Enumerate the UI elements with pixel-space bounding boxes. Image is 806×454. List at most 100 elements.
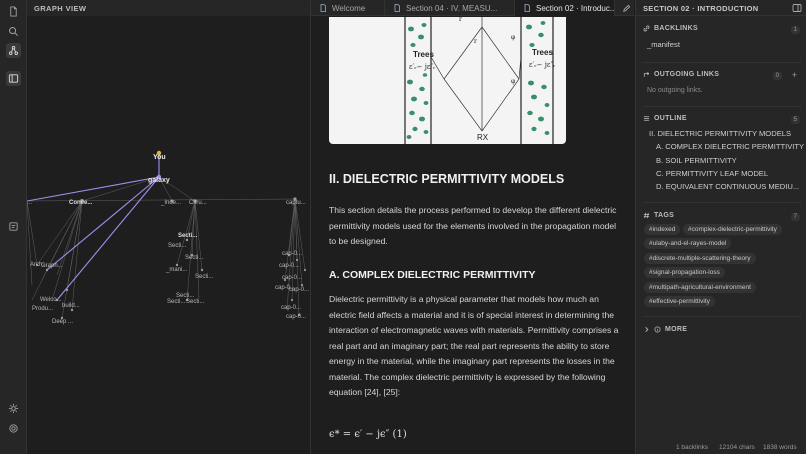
node-label[interactable]: Produ... (32, 306, 53, 312)
figure-label-rx: RX (477, 133, 489, 142)
outline-item[interactable]: II. DIELECTRIC PERMITTIVITY MODELS (649, 129, 791, 138)
tag-pill[interactable]: #complex-dielectric-permittivity (683, 224, 782, 235)
outgoing-count-badge: 0 (772, 72, 782, 80)
more-toggle[interactable]: MORE (643, 326, 687, 333)
node-label[interactable]: cap-0... (281, 305, 301, 311)
node-label[interactable]: Graph... (41, 263, 63, 269)
figure-label-trees-right: Trees (532, 48, 553, 57)
tags-header[interactable]: TAGS (643, 212, 674, 219)
outline-header[interactable]: OUTLINE (643, 115, 687, 122)
tag-pill[interactable]: #effective-permittivity (644, 296, 715, 307)
graph-view-icon[interactable] (6, 43, 21, 58)
backlinks-label: BACKLINKS (654, 25, 698, 32)
heading-complex-dielectric-permittivity: A. COMPLEX DIELECTRIC PERMITTIVITY (329, 269, 536, 281)
node-label[interactable]: Conce... (69, 200, 92, 206)
node-label[interactable]: cap-0... (286, 314, 306, 320)
outgoing-links-label: OUTGOING LINKS (654, 71, 720, 78)
tag-pill[interactable]: #ulaby-and-el-rayes-model (644, 238, 732, 249)
tags-count-badge: 7 (790, 213, 800, 221)
right-sidebar-header: SECTION 02 · INTRODUCTION (636, 0, 806, 16)
tab-welcome[interactable]: Welcome (311, 0, 385, 16)
outline-item[interactable]: B. SOIL PERMITTIVITY (656, 156, 737, 165)
add-link-icon[interactable]: + (792, 70, 797, 80)
node-label[interactable]: Welco... (40, 297, 62, 303)
paragraph-intro: This section details the process perform… (329, 205, 617, 246)
right-sidebar-title: SECTION 02 · INTRODUCTION (643, 4, 759, 13)
tag-pill[interactable]: #discrete-multiple-scattering-theory (644, 253, 756, 264)
graph-view-panel[interactable]: GRAPH VIEW You galaxy ... Conce... _Inde… (27, 0, 311, 454)
equation-1: ϵ* = ϵ′ − jϵ″ (1) (329, 429, 407, 440)
node-label-galaxy[interactable]: galaxy (148, 177, 170, 184)
files-icon[interactable] (7, 5, 20, 18)
node-label[interactable]: cap-0... (289, 287, 309, 293)
arrow-icon (643, 72, 650, 77)
propagation-figure: Trees ε′ᵣ− jε″ᵣ Trees ε′ᵣ− jε″ᵣ RX r r φ… (329, 17, 566, 144)
node-label[interactable]: _mani... (166, 267, 187, 273)
tag-pill[interactable]: #multipath-agricultural-environment (644, 282, 756, 293)
link-icon (643, 25, 650, 32)
figure-label-phi2: φ (511, 78, 515, 85)
bookmark-panel-icon[interactable] (7, 220, 20, 233)
status-backlinks[interactable]: 1 backlinks (676, 444, 708, 451)
outline-count-badge: 5 (790, 116, 800, 124)
outline-item[interactable]: D. EQUIVALENT CONTINUOUS MEDIU... (656, 182, 799, 191)
tag-pill[interactable]: #signal-propagation-loss (644, 267, 725, 278)
sidebar-toggle-icon[interactable] (6, 71, 21, 86)
node-label[interactable]: _Inde... (161, 200, 181, 206)
node-label[interactable]: build... (62, 303, 80, 309)
paragraph-permittivity: Dielectric permittivity is a physical pa… (329, 294, 619, 397)
figure-label-r: r (459, 17, 462, 23)
document-icon (524, 4, 530, 12)
right-sidebar: SECTION 02 · INTRODUCTION BACKLINKS 1 _m… (635, 0, 806, 454)
tags-label: TAGS (654, 212, 675, 219)
document-icon (320, 4, 326, 12)
divider (643, 62, 801, 63)
tab-label: Section 02 · Introduc... (536, 3, 615, 13)
node-label[interactable]: Secti... (185, 255, 203, 261)
status-words: 1838 words (763, 444, 797, 451)
figure-label-rd: r (474, 38, 477, 45)
document-content[interactable]: Trees ε′ᵣ− jε″ᵣ Trees ε′ᵣ− jε″ᵣ RX r r φ… (311, 17, 634, 454)
list-icon (643, 116, 650, 121)
figure-diagram: Trees ε′ᵣ− jε″ᵣ Trees ε′ᵣ− jε″ᵣ RX r r φ… (404, 17, 556, 144)
backlink-item[interactable]: _manifest (647, 40, 680, 49)
node-label[interactable]: Secti... (178, 233, 197, 239)
tab-section-02[interactable]: Section 02 · Introduc... (515, 0, 615, 16)
node-label[interactable]: Citru... (189, 200, 207, 206)
outgoing-links-header[interactable]: OUTGOING LINKS (643, 71, 719, 78)
tab-section-04[interactable]: Section 04 · IV. MEASU... (385, 0, 515, 16)
graph-network[interactable] (27, 0, 311, 454)
node-label[interactable]: ... (27, 200, 32, 206)
divider (643, 106, 801, 107)
figure-label-eps-left: ε′ᵣ− jε″ᵣ (409, 63, 436, 71)
node-label[interactable]: Secti... (186, 299, 204, 305)
tab-bar: Welcome Section 04 · IV. MEASU... Sectio… (311, 0, 634, 16)
info-icon (654, 326, 661, 333)
sidebar-collapse-icon[interactable] (792, 3, 802, 13)
edit-pencil-icon[interactable] (620, 2, 632, 14)
left-ribbon (0, 0, 27, 454)
node-label[interactable]: Secti... (167, 299, 185, 305)
heading-dielectric-permittivity-models: II. DIELECTRIC PERMITTIVITY MODELS (329, 172, 565, 186)
node-label[interactable]: Secti... (168, 243, 186, 249)
node-label[interactable]: captu... (286, 200, 306, 206)
outline-item[interactable]: C. PERMITTIVITY LEAF MODEL (656, 169, 768, 178)
outline-item[interactable]: A. COMPLEX DIELECTRIC PERMITTIVITY (656, 142, 804, 151)
figure-label-eps-right: ε′ᵣ− jε″ᵣ (529, 61, 556, 69)
node-label[interactable]: cap-0... (282, 275, 302, 281)
divider (643, 202, 801, 203)
no-outgoing-links-text: No outgoing links. (647, 87, 703, 94)
figure-label-phi1: φ (511, 34, 515, 41)
node-label[interactable]: Deep ... (52, 319, 73, 325)
tag-pill[interactable]: #indexed (644, 224, 681, 235)
tab-label: Welcome (332, 3, 366, 13)
node-label[interactable]: cap-0... (279, 263, 299, 269)
help-icon[interactable] (7, 402, 20, 415)
search-icon[interactable] (7, 25, 20, 38)
backlinks-header[interactable]: BACKLINKS (643, 25, 698, 32)
node-label[interactable]: cap-0... (282, 251, 302, 257)
status-bar: 1 backlinks 12104 chars 1838 words (635, 441, 806, 454)
node-label-you[interactable]: You (153, 154, 166, 161)
settings-gear-icon[interactable] (7, 422, 20, 435)
node-label[interactable]: Secti... (195, 274, 213, 280)
